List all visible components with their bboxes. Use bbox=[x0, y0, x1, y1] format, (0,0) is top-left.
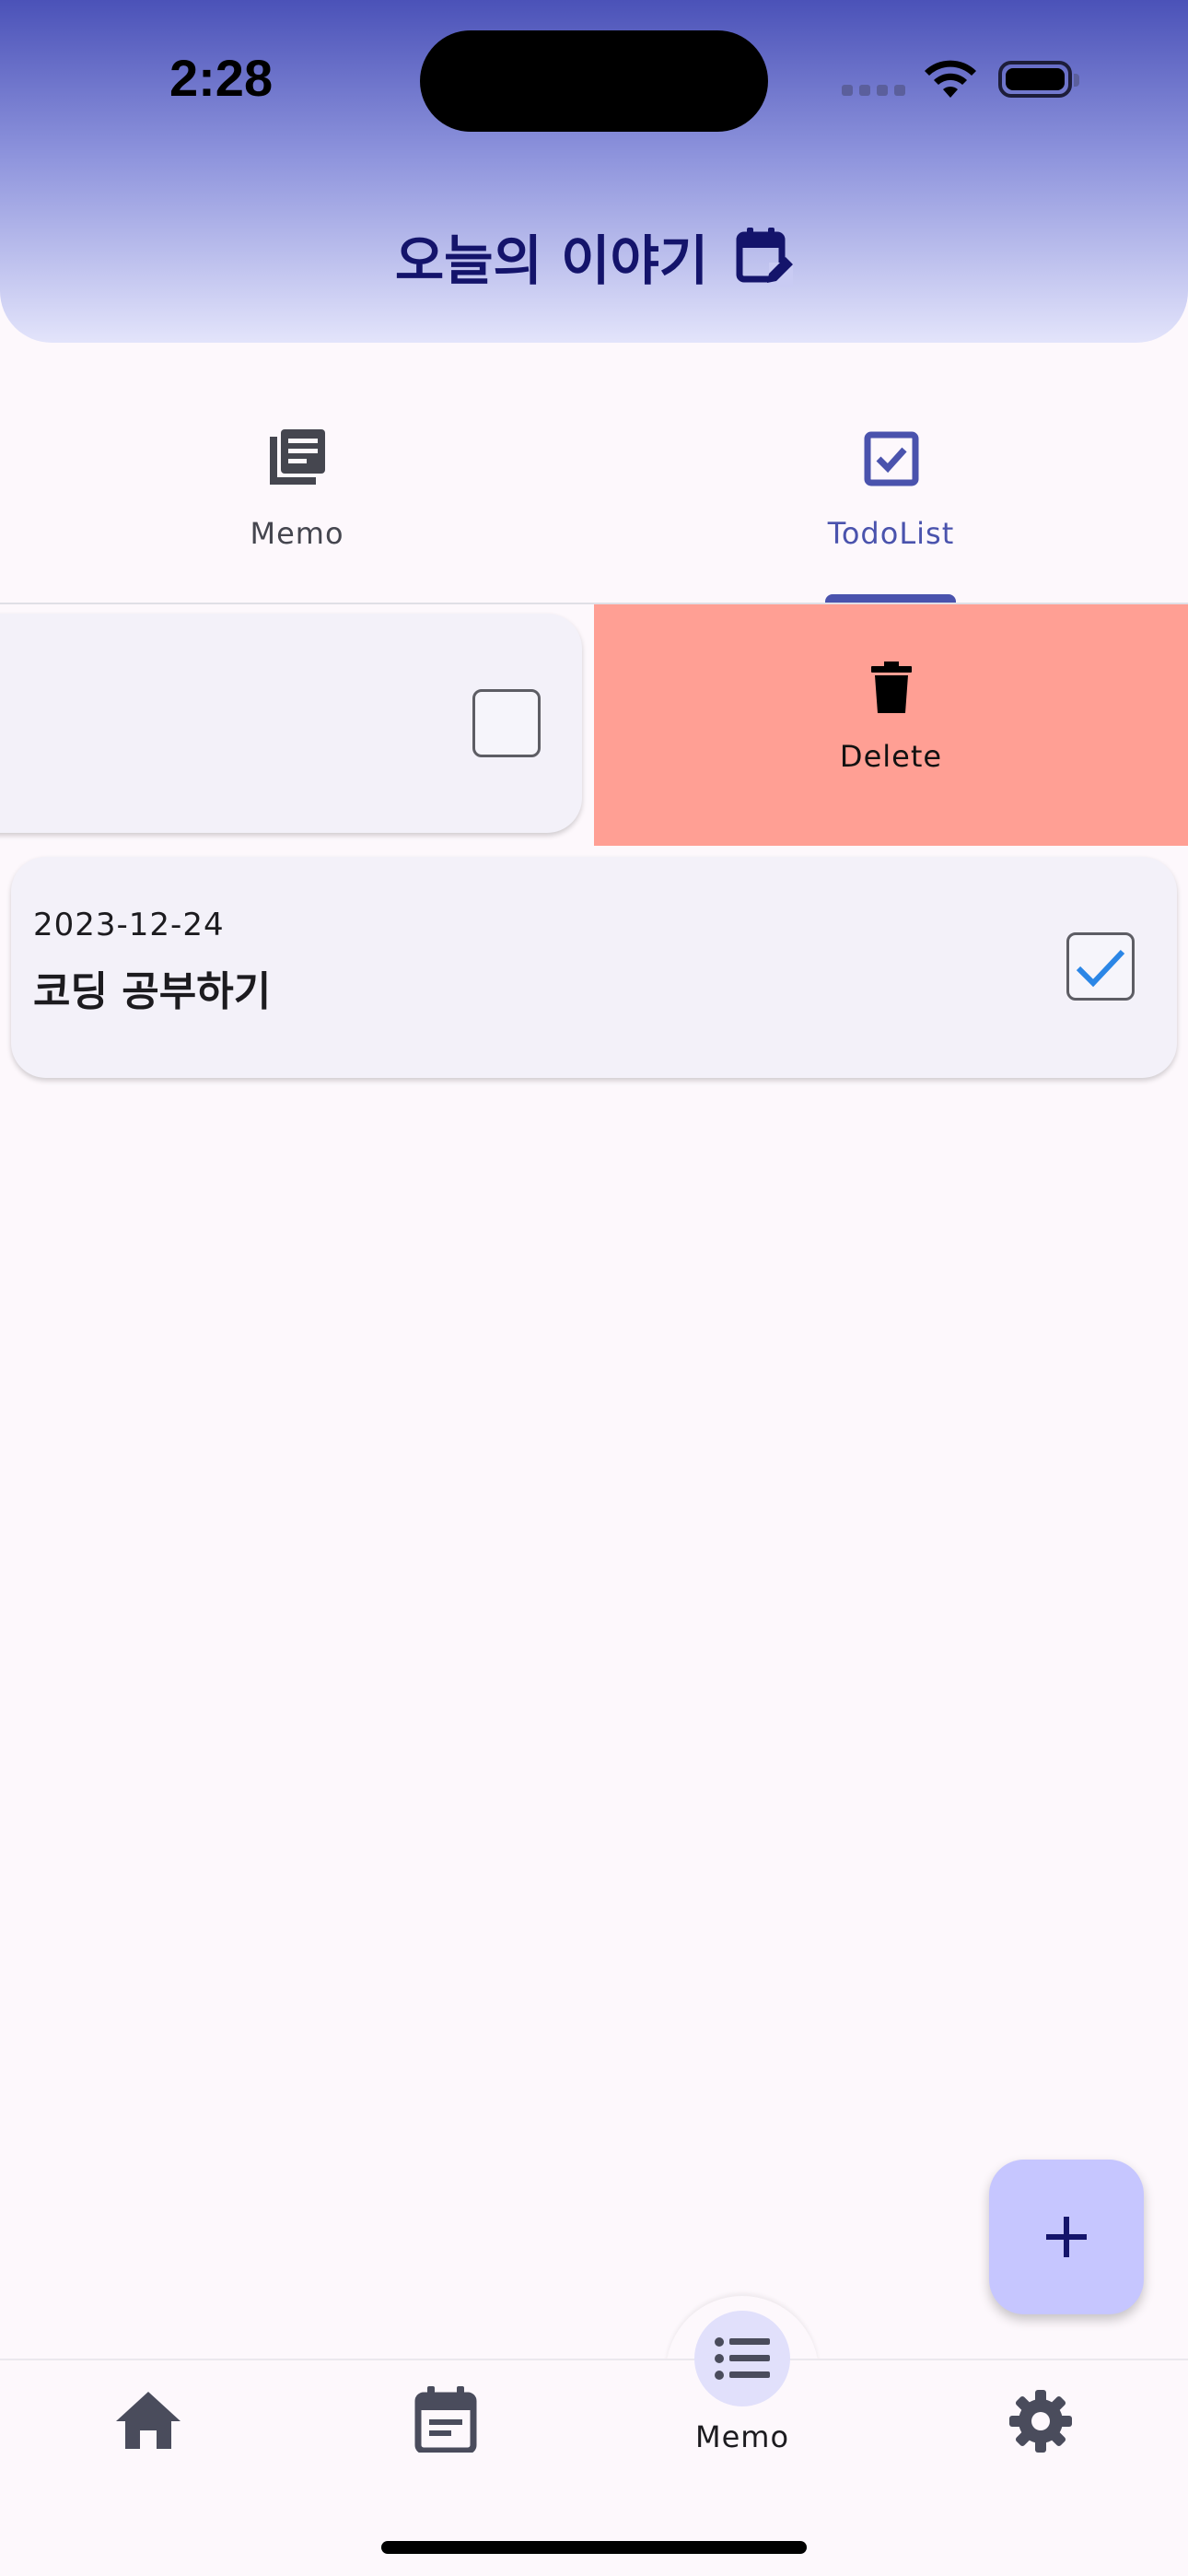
todo-date: 2023-12-24 bbox=[33, 907, 225, 943]
delete-action[interactable]: Delete bbox=[594, 604, 1188, 846]
status-time: 2:28 bbox=[169, 49, 274, 107]
tab-todolist[interactable]: TodoList bbox=[594, 405, 1188, 603]
todo-item-swiped[interactable] bbox=[0, 614, 582, 833]
dynamic-island bbox=[420, 30, 768, 132]
nav-calendar[interactable] bbox=[414, 2386, 477, 2453]
home-indicator[interactable] bbox=[381, 2541, 807, 2554]
add-button[interactable] bbox=[989, 2160, 1144, 2314]
check-icon bbox=[1076, 949, 1125, 988]
battery-icon bbox=[998, 61, 1079, 98]
todo-title: 코딩 공부하기 bbox=[33, 968, 272, 1015]
delete-label: Delete bbox=[839, 739, 943, 774]
checkbox-icon bbox=[864, 431, 918, 486]
cellular-signal-icon bbox=[842, 85, 905, 96]
newspaper-icon bbox=[269, 429, 325, 485]
tab-bar: Memo TodoList bbox=[0, 405, 1188, 603]
calendar-edit-icon[interactable] bbox=[734, 226, 794, 287]
tab-todolist-label: TodoList bbox=[827, 516, 955, 551]
settings-icon bbox=[1009, 2390, 1072, 2453]
tab-memo-label: Memo bbox=[250, 516, 344, 551]
nav-memo-active-indicator bbox=[694, 2311, 790, 2406]
nav-memo-label: Memo bbox=[694, 2419, 790, 2454]
calendar-icon bbox=[414, 2386, 477, 2453]
home-icon bbox=[116, 2392, 181, 2449]
plus-icon bbox=[1046, 2217, 1087, 2257]
list-icon bbox=[715, 2337, 770, 2380]
todo-checkbox[interactable] bbox=[472, 689, 541, 757]
app-header: 2:28 오늘의 이야기 bbox=[0, 0, 1188, 343]
trash-icon bbox=[870, 662, 912, 713]
nav-settings[interactable] bbox=[1007, 2388, 1074, 2454]
nav-memo[interactable]: Memo bbox=[694, 2311, 790, 2454]
app-title: 오늘의 이야기 bbox=[394, 229, 709, 292]
todo-checkbox-checked[interactable] bbox=[1066, 932, 1135, 1001]
nav-home[interactable] bbox=[114, 2390, 182, 2451]
wifi-icon bbox=[925, 60, 976, 98]
tab-memo[interactable]: Memo bbox=[0, 405, 594, 603]
todo-item[interactable]: 2023-12-24 코딩 공부하기 bbox=[11, 857, 1177, 1078]
